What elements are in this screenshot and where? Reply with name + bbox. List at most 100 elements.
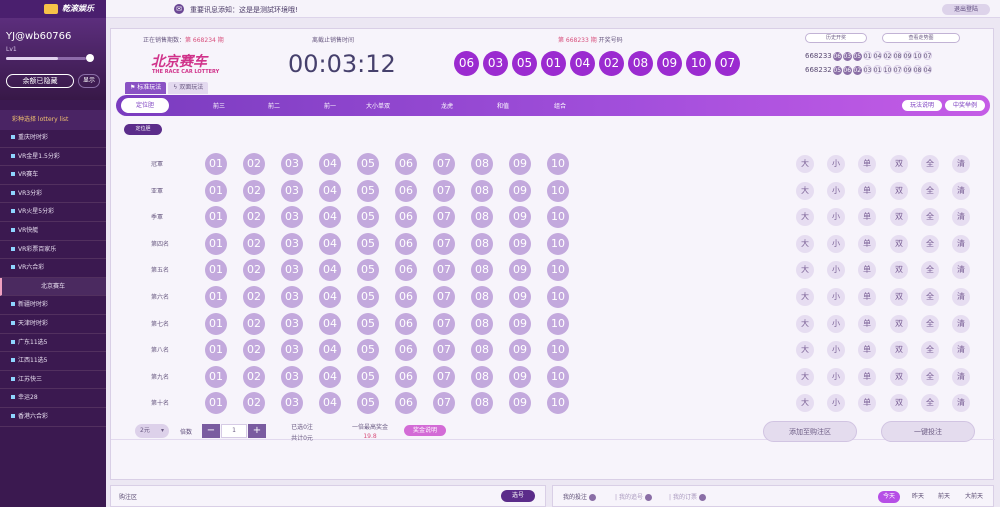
number-ball[interactable]: 04: [319, 286, 341, 308]
quick-select-button[interactable]: 清: [952, 155, 970, 173]
sidebar-item[interactable]: 新疆时时彩: [0, 296, 106, 315]
multiplier-input[interactable]: 1: [221, 424, 247, 438]
nav-item[interactable]: 前三: [194, 101, 244, 110]
number-ball[interactable]: 03: [281, 206, 303, 229]
logout-button[interactable]: 退出登陆: [942, 4, 990, 15]
quick-select-button[interactable]: 双: [890, 367, 908, 386]
nav-item[interactable]: 前二: [249, 101, 299, 110]
number-ball[interactable]: 05: [357, 339, 379, 362]
number-ball[interactable]: 09: [509, 206, 531, 229]
number-ball[interactable]: 01: [205, 232, 227, 255]
quick-select-button[interactable]: 双: [890, 288, 908, 306]
number-ball[interactable]: 07: [433, 206, 455, 229]
number-ball[interactable]: 06: [395, 312, 417, 335]
number-ball[interactable]: 01: [205, 179, 227, 202]
number-ball[interactable]: 10: [547, 339, 569, 362]
number-ball[interactable]: 03: [281, 312, 303, 335]
quick-select-button[interactable]: 小: [827, 367, 845, 386]
quick-select-button[interactable]: 大: [796, 341, 814, 360]
number-ball[interactable]: 01: [205, 286, 227, 308]
number-ball[interactable]: 10: [547, 153, 569, 175]
sidebar-item[interactable]: 北京赛车: [0, 277, 106, 297]
day-tab-2days[interactable]: 前天: [934, 491, 954, 503]
number-ball[interactable]: 01: [205, 392, 227, 415]
quick-select-button[interactable]: 双: [890, 394, 908, 413]
day-tab-yesterday[interactable]: 昨天: [908, 491, 928, 503]
number-ball[interactable]: 08: [471, 179, 493, 202]
quick-select-button[interactable]: 单: [858, 288, 876, 306]
quick-select-button[interactable]: 双: [890, 261, 908, 280]
choose-number-button[interactable]: 选号: [501, 490, 535, 502]
number-ball[interactable]: 09: [509, 153, 531, 175]
number-ball[interactable]: 09: [509, 392, 531, 415]
sidebar-item[interactable]: VR金星1.5分彩: [0, 148, 106, 167]
trend-chart-button[interactable]: 查看走势图: [882, 33, 960, 43]
number-ball[interactable]: 04: [319, 232, 341, 255]
quick-select-button[interactable]: 大: [796, 314, 814, 333]
quick-select-button[interactable]: 大: [796, 261, 814, 280]
nav-item[interactable]: 定位胆: [121, 98, 169, 113]
quick-select-button[interactable]: 大: [796, 234, 814, 253]
quick-select-button[interactable]: 全: [921, 394, 939, 413]
number-ball[interactable]: 10: [547, 232, 569, 255]
number-ball[interactable]: 02: [243, 286, 265, 308]
tab-my-track[interactable]: | 我的追号: [615, 492, 652, 501]
number-ball[interactable]: 08: [471, 286, 493, 308]
quick-select-button[interactable]: 全: [921, 208, 939, 227]
sidebar-item[interactable]: VR火星5分彩: [0, 203, 106, 222]
number-ball[interactable]: 08: [471, 312, 493, 335]
number-ball[interactable]: 05: [357, 365, 379, 388]
quick-select-button[interactable]: 单: [858, 367, 876, 386]
number-ball[interactable]: 08: [471, 206, 493, 229]
quick-select-button[interactable]: 大: [796, 367, 814, 386]
number-ball[interactable]: 06: [395, 286, 417, 308]
quick-select-button[interactable]: 清: [952, 234, 970, 253]
number-ball[interactable]: 03: [281, 259, 303, 282]
number-ball[interactable]: 03: [281, 179, 303, 202]
number-ball[interactable]: 05: [357, 312, 379, 335]
number-ball[interactable]: 01: [205, 365, 227, 388]
number-ball[interactable]: 06: [395, 206, 417, 229]
number-ball[interactable]: 07: [433, 339, 455, 362]
plus-button[interactable]: +: [248, 424, 266, 438]
quick-select-button[interactable]: 清: [952, 341, 970, 360]
number-ball[interactable]: 08: [471, 339, 493, 362]
quick-select-button[interactable]: 单: [858, 208, 876, 227]
number-ball[interactable]: 07: [433, 259, 455, 282]
number-ball[interactable]: 07: [433, 392, 455, 415]
sidebar-item[interactable]: 天津时时彩: [0, 315, 106, 334]
quick-select-button[interactable]: 全: [921, 314, 939, 333]
number-ball[interactable]: 05: [357, 392, 379, 415]
number-ball[interactable]: 02: [243, 392, 265, 415]
number-ball[interactable]: 03: [281, 232, 303, 255]
nav-item[interactable]: 前一: [305, 101, 355, 110]
quick-select-button[interactable]: 小: [827, 208, 845, 227]
quick-bet-button[interactable]: 一键投注: [881, 421, 975, 442]
quick-select-button[interactable]: 单: [858, 155, 876, 173]
number-ball[interactable]: 04: [319, 365, 341, 388]
quick-select-button[interactable]: 清: [952, 261, 970, 280]
number-ball[interactable]: 03: [281, 153, 303, 175]
number-ball[interactable]: 09: [509, 312, 531, 335]
quick-select-button[interactable]: 全: [921, 181, 939, 200]
number-ball[interactable]: 04: [319, 392, 341, 415]
sidebar-item[interactable]: 江西11选5: [0, 352, 106, 371]
number-ball[interactable]: 04: [319, 312, 341, 335]
number-ball[interactable]: 01: [205, 259, 227, 282]
number-ball[interactable]: 08: [471, 259, 493, 282]
quick-select-button[interactable]: 双: [890, 234, 908, 253]
number-ball[interactable]: 02: [243, 232, 265, 255]
quick-select-button[interactable]: 小: [827, 261, 845, 280]
quick-select-button[interactable]: 小: [827, 314, 845, 333]
quick-select-button[interactable]: 清: [952, 394, 970, 413]
quick-select-button[interactable]: 全: [921, 261, 939, 280]
number-ball[interactable]: 06: [395, 153, 417, 175]
number-ball[interactable]: 09: [509, 179, 531, 202]
number-ball[interactable]: 04: [319, 206, 341, 229]
quick-select-button[interactable]: 单: [858, 261, 876, 280]
number-ball[interactable]: 03: [281, 286, 303, 308]
number-ball[interactable]: 05: [357, 286, 379, 308]
quick-select-button[interactable]: 双: [890, 314, 908, 333]
number-ball[interactable]: 04: [319, 259, 341, 282]
show-balance-button[interactable]: 显示: [78, 74, 100, 88]
